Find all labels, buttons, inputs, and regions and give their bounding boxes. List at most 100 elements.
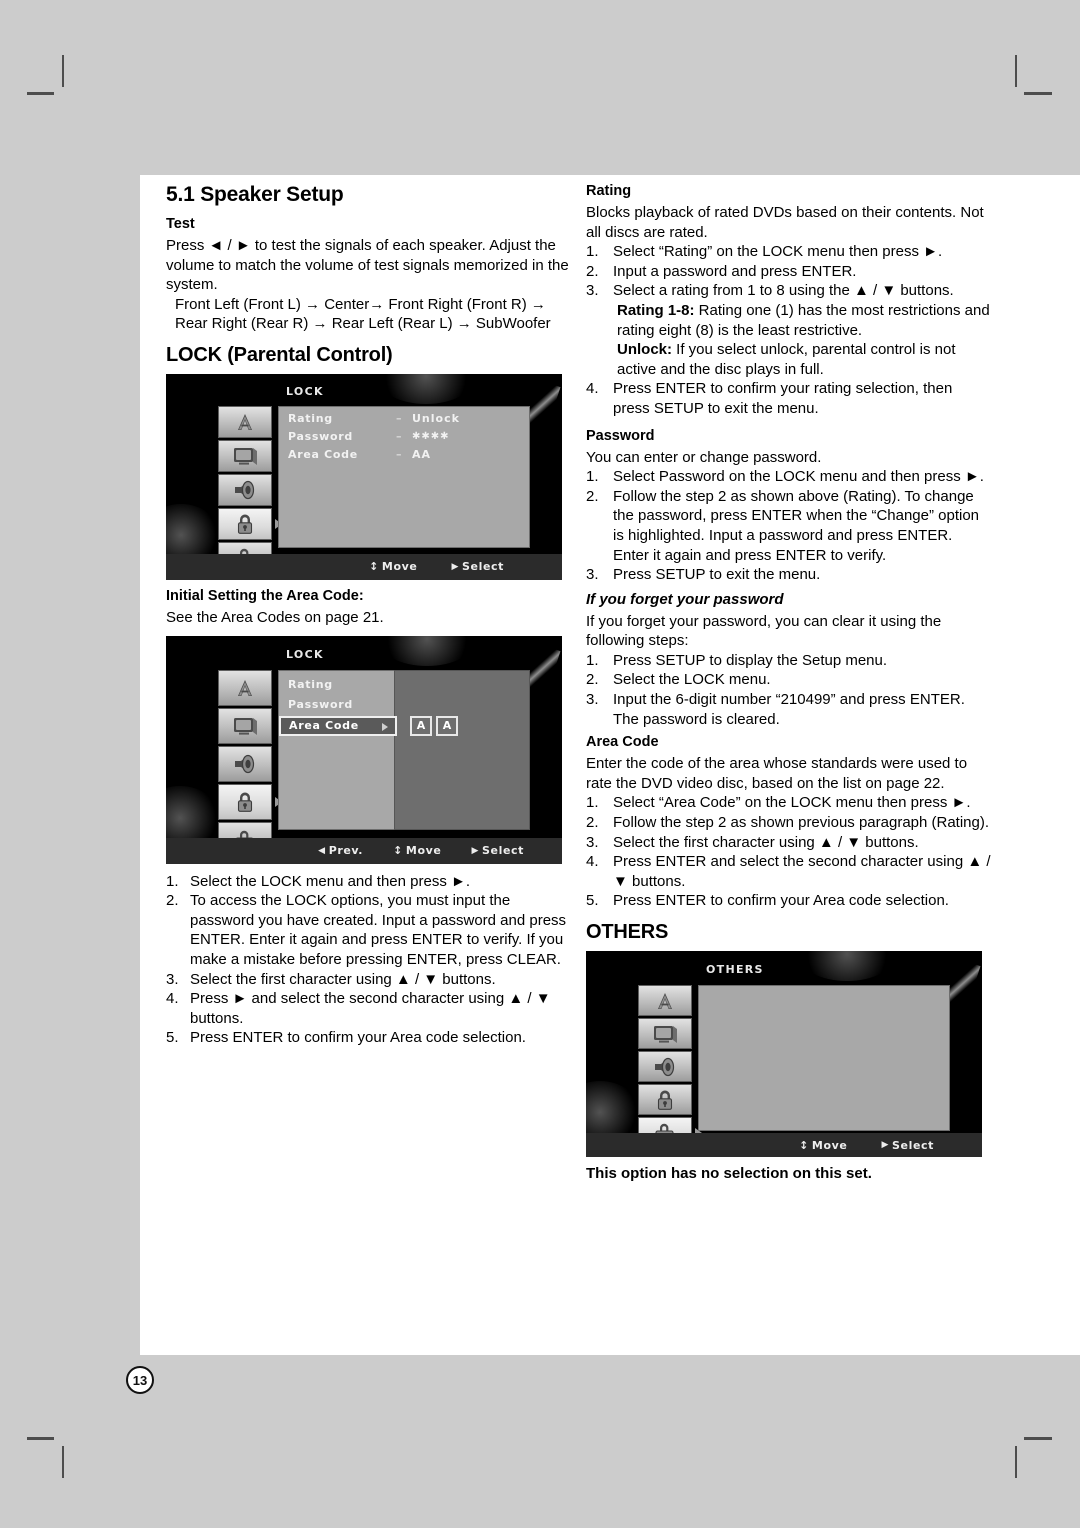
prev-arrow-icon: ◀ bbox=[318, 845, 326, 856]
list-item-number: 4. bbox=[586, 853, 599, 871]
osd-hint-bar: ◀ Prev. ↕ Move ▶ Select bbox=[166, 837, 562, 864]
play-arrow-icon: ▶ bbox=[881, 1140, 889, 1150]
osd-row-value-0: Unlock bbox=[412, 411, 460, 425]
list-item-number: 3. bbox=[166, 970, 179, 988]
osd-screenshot-others: OTHERS ↕ Move ▶ Select bbox=[586, 951, 982, 1157]
lock-icon[interactable] bbox=[218, 783, 282, 820]
language-icon[interactable] bbox=[638, 985, 692, 1016]
osd-row-separator-0: – bbox=[396, 411, 402, 425]
osd-row-value-2: AA bbox=[412, 447, 432, 461]
osd-icon-rail bbox=[218, 669, 282, 858]
audio-icon[interactable] bbox=[218, 745, 272, 782]
display-icon[interactable] bbox=[638, 1018, 692, 1049]
lock-icon[interactable] bbox=[218, 507, 282, 540]
display-icon[interactable] bbox=[218, 439, 272, 472]
list-item-text: Select Password on the LOCK menu and the… bbox=[613, 468, 984, 486]
osd-row-label-0[interactable]: Rating bbox=[288, 412, 333, 425]
area-code-char-1[interactable]: A bbox=[436, 715, 458, 736]
display-icon[interactable] bbox=[218, 707, 272, 744]
rating-heading: Rating bbox=[586, 183, 632, 199]
area-code-steps-list: 1. Select the LOCK menu and then press ►… bbox=[166, 872, 571, 1048]
list-item-number: 4. bbox=[166, 990, 179, 1008]
osd-hint-move-label: Move bbox=[405, 844, 442, 858]
list-item-text: Press SETUP to display the Setup menu. bbox=[613, 651, 888, 669]
osd-row-label-1[interactable]: Password bbox=[288, 430, 353, 443]
list-item-text: Select the first character using ▲ / ▼ b… bbox=[613, 833, 919, 851]
list-item: 1. Select the LOCK menu and then press ►… bbox=[166, 872, 571, 892]
list-item-number: 2. bbox=[586, 814, 599, 832]
test-paragraph-2: Front Left (Front L) → Center→ Front Rig… bbox=[175, 295, 551, 333]
list-item-number: 5. bbox=[166, 1029, 179, 1047]
right-column: Rating Blocks playback of rated DVDs bas… bbox=[586, 183, 991, 1182]
osd-title-lock: LOCK bbox=[286, 384, 324, 398]
list-item: 2. Input a password and press ENTER. bbox=[586, 262, 991, 282]
list-item: 5. Press ENTER to confirm your Area code… bbox=[166, 1028, 571, 1048]
manual-page: 13 5.1 Speaker Setup Test Press ◄ / ► to… bbox=[0, 0, 1080, 1528]
osd-hint-select-label: Select bbox=[482, 844, 524, 858]
list-item: 4. Press ENTER and select the second cha… bbox=[586, 852, 991, 891]
list-item-text: Press ENTER and select the second charac… bbox=[613, 853, 991, 890]
list-item-text: Press ENTER to confirm your Area code se… bbox=[190, 1029, 526, 1047]
area-code-char-0[interactable]: A bbox=[410, 715, 432, 736]
crop-mark-bottom-left-vertical bbox=[62, 1446, 64, 1478]
osd-screenshot-area-code: LOCK Rating Password Area Code A A ◀ Pre… bbox=[166, 635, 562, 864]
crop-mark-bottom-right-vertical bbox=[1015, 1446, 1017, 1478]
list-item: 2. Select the LOCK menu. bbox=[586, 670, 991, 690]
rating-intro: Blocks playback of rated DVDs based on t… bbox=[586, 204, 984, 241]
list-item: 1. Select Password on the LOCK menu and … bbox=[586, 467, 991, 487]
unlock-label: Unlock: bbox=[617, 341, 673, 359]
list-item-text: Select the LOCK menu and then press ►. bbox=[190, 872, 470, 890]
list-item-number: 3. bbox=[586, 691, 599, 709]
forgot-password-steps-list: 1. Press SETUP to display the Setup menu… bbox=[586, 651, 991, 729]
osd-row-label-1[interactable]: Password bbox=[288, 698, 353, 711]
list-item-number: 3. bbox=[586, 566, 599, 584]
list-item-number: 4. bbox=[586, 380, 599, 398]
lock-icon[interactable] bbox=[638, 1084, 692, 1115]
audio-icon[interactable] bbox=[638, 1051, 692, 1082]
list-item-text: Input a password and press ENTER. bbox=[613, 262, 857, 280]
move-arrows-icon: ↕ bbox=[393, 844, 403, 858]
osd-row-label-0[interactable]: Rating bbox=[288, 678, 333, 691]
test-paragraph-1: Press ◄ / ► to test the signals of each … bbox=[166, 237, 569, 294]
osd-row-separator-1: – bbox=[396, 429, 402, 443]
osd-row-value-1: ✱✱✱✱ bbox=[412, 430, 450, 442]
language-icon[interactable] bbox=[218, 405, 272, 438]
list-item-number: 1. bbox=[586, 243, 599, 261]
area-code-setting-heading: Initial Setting the Area Code: bbox=[166, 587, 364, 604]
language-icon[interactable] bbox=[218, 669, 272, 706]
osd-row-label-2[interactable]: Area Code bbox=[279, 715, 397, 736]
move-arrows-icon: ↕ bbox=[369, 560, 379, 574]
osd-hint-prev-label: Prev. bbox=[328, 844, 364, 858]
audio-icon[interactable] bbox=[218, 473, 272, 506]
list-item-text: Press SETUP to exit the menu. bbox=[613, 566, 821, 584]
list-item-number: 1. bbox=[166, 872, 179, 890]
area-code-note: See the Area Codes on page 21. bbox=[166, 608, 384, 626]
osd-hint-bar: ↕ Move ▶ Select bbox=[166, 553, 562, 580]
list-item-number: 2. bbox=[586, 262, 599, 280]
crop-mark-top-right-horizontal bbox=[1024, 92, 1052, 95]
area-code-heading: Area Code bbox=[586, 734, 659, 751]
osd-icon-rail bbox=[638, 985, 702, 1148]
osd-icon-rail bbox=[218, 405, 282, 574]
password-steps-list: 1. Select Password on the LOCK menu and … bbox=[586, 467, 991, 585]
play-arrow-icon: ▶ bbox=[471, 845, 479, 856]
forgot-password-heading: If you forget your password bbox=[586, 590, 784, 608]
list-item-text: Press ► and select the second character … bbox=[190, 990, 551, 1027]
list-item-text: Follow the step 2 as shown above (Rating… bbox=[613, 487, 980, 564]
unlock-note: Unlock: If you select unlock, parental c… bbox=[613, 340, 991, 379]
list-item-text: Select “Rating” on the LOCK menu then pr… bbox=[613, 243, 943, 261]
lens-glow-top bbox=[378, 635, 476, 666]
play-arrow-icon: ▶ bbox=[451, 561, 459, 572]
others-heading: OTHERS bbox=[586, 921, 669, 943]
list-item: 3. Select a rating from 1 to 8 using the… bbox=[586, 281, 991, 379]
osd-row-label-2[interactable]: Area Code bbox=[288, 448, 358, 461]
list-item: 3. Select the first character using ▲ / … bbox=[166, 970, 571, 990]
osd-options-panel bbox=[278, 405, 530, 548]
osd-empty-panel bbox=[698, 985, 950, 1131]
crop-mark-top-left-vertical bbox=[62, 55, 64, 87]
list-item: 2. Follow the step 2 as shown previous p… bbox=[586, 813, 991, 833]
list-item-text: Select the first character using ▲ / ▼ b… bbox=[190, 970, 496, 988]
list-item-number: 3. bbox=[586, 833, 599, 851]
list-item: 3. Select the first character using ▲ / … bbox=[586, 833, 991, 853]
list-item-text: To access the LOCK options, you must inp… bbox=[190, 892, 567, 968]
